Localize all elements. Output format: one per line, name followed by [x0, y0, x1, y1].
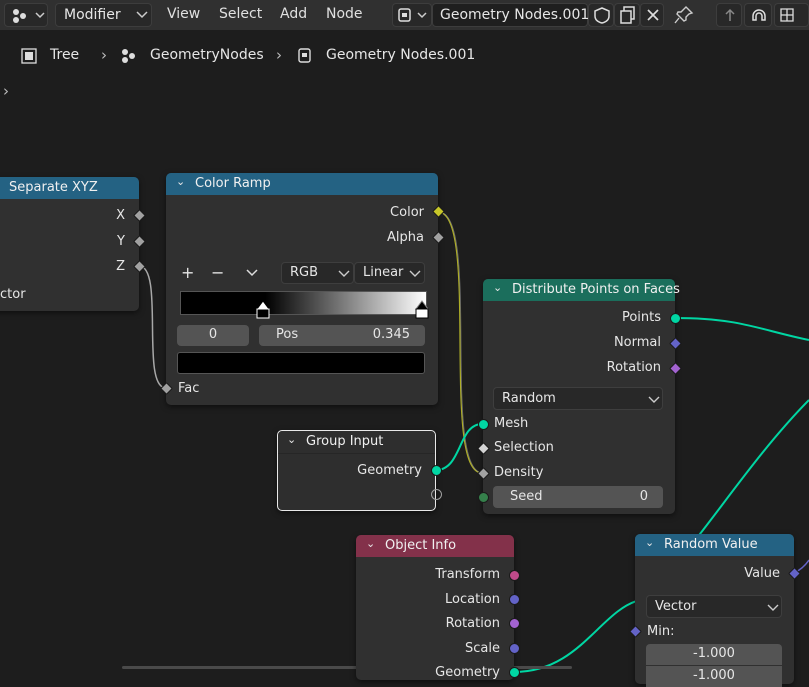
- node-object-info[interactable]: ⌄ Object Info Transform Location Rotatio…: [356, 535, 514, 680]
- color-ramp-gradient[interactable]: [180, 291, 427, 315]
- socket-label-scale: Scale: [465, 641, 500, 656]
- socket-label-geometry: Geometry: [435, 665, 500, 680]
- active-stop-index-value: 0: [208, 327, 218, 342]
- node-header[interactable]: ⌄ Color Ramp: [166, 173, 438, 195]
- color-mode-dropdown[interactable]: RGB: [281, 262, 354, 284]
- socket-label-vector: ector: [0, 287, 26, 302]
- link-object-geometry-out: [513, 599, 641, 673]
- chevron-down-icon[interactable]: ⌄: [645, 536, 654, 549]
- socket-label-selection: Selection: [494, 440, 554, 455]
- interpolation-value: Linear: [363, 265, 404, 280]
- link-points-out: [674, 317, 809, 341]
- socket-transform-output[interactable]: [509, 570, 520, 581]
- color-stop-white[interactable]: [414, 300, 430, 320]
- socket-geometry-output[interactable]: [431, 465, 442, 476]
- socket-label-y: Y: [117, 234, 125, 249]
- distribute-method-dropdown[interactable]: Random: [493, 387, 663, 410]
- node-header[interactable]: Separate XYZ: [0, 177, 139, 199]
- header-divider: [278, 453, 435, 454]
- socket-scale-output[interactable]: [509, 643, 520, 654]
- link-z-to-fac: [138, 265, 167, 389]
- socket-label-normal: Normal: [613, 335, 661, 350]
- color-stop-black[interactable]: [255, 300, 271, 320]
- active-stop-index[interactable]: 0: [177, 325, 249, 346]
- node-title: Object Info: [385, 538, 457, 553]
- node-header[interactable]: ⌄ Group Input: [278, 431, 435, 453]
- stop-color-swatch[interactable]: [177, 352, 425, 374]
- node-distribute-points-on-faces[interactable]: ⌄ Distribute Points on Faces Points Norm…: [483, 279, 680, 514]
- remove-stop-button[interactable]: −: [211, 263, 224, 282]
- stop-position-field[interactable]: Pos 0.345: [259, 325, 425, 346]
- socket-label-geometry: Geometry: [357, 463, 422, 478]
- socket-label-color: Color: [390, 205, 424, 220]
- seed-label: Seed: [510, 489, 543, 504]
- min-x-field[interactable]: -1.000: [646, 644, 782, 665]
- link-color-to-density: [437, 211, 483, 474]
- link-color-to-density-shadow: [438, 211, 484, 474]
- pos-value: 0.345: [372, 327, 410, 342]
- socket-label-transform: Transform: [435, 567, 500, 582]
- chevron-down-icon[interactable]: [245, 268, 259, 278]
- socket-location-output[interactable]: [509, 594, 520, 605]
- node-group-input[interactable]: ⌄ Group Input Geometry: [277, 430, 436, 511]
- socket-geometry-output[interactable]: [509, 667, 520, 678]
- color-mode-value: RGB: [290, 265, 319, 280]
- socket-label-alpha: Alpha: [387, 230, 424, 245]
- seed-value: 0: [639, 489, 648, 504]
- socket-label-fac: Fac: [178, 381, 200, 396]
- chevron-down-icon: [648, 396, 660, 403]
- interpolation-dropdown[interactable]: Linear: [354, 262, 425, 284]
- chevron-down-icon: [338, 270, 350, 277]
- node-separate-xyz[interactable]: Separate XYZ X Y Z ector: [0, 177, 139, 311]
- node-title: Color Ramp: [195, 176, 271, 191]
- chevron-down-icon: [767, 604, 779, 611]
- socket-rotation-output[interactable]: [509, 618, 520, 629]
- node-header[interactable]: ⌄ Random Value: [635, 534, 794, 556]
- socket-label-z: Z: [116, 259, 125, 274]
- min-y-value: -1.000: [693, 668, 735, 683]
- node-title: Distribute Points on Faces: [512, 282, 680, 297]
- socket-label-min: Min:: [647, 624, 675, 639]
- socket-label-rotation: Rotation: [445, 616, 500, 631]
- add-stop-button[interactable]: +: [181, 263, 194, 282]
- node-random-value[interactable]: ⌄ Random Value Value Vector Min: -1.000 …: [635, 534, 794, 687]
- node-title: Random Value: [664, 537, 758, 552]
- socket-label-points: Points: [621, 310, 661, 325]
- min-y-field[interactable]: -1.000: [646, 666, 782, 687]
- chevron-down-icon[interactable]: ⌄: [366, 537, 375, 550]
- socket-empty-output[interactable]: [431, 489, 442, 500]
- node-header[interactable]: ⌄ Object Info: [356, 535, 514, 557]
- socket-label-rotation: Rotation: [606, 360, 661, 375]
- seed-field[interactable]: Seed 0: [493, 486, 663, 508]
- node-title: Separate XYZ: [9, 180, 98, 195]
- chevron-down-icon: [409, 270, 421, 277]
- socket-label-location: Location: [445, 592, 500, 607]
- socket-label-mesh: Mesh: [494, 416, 529, 431]
- socket-mesh-input[interactable]: [478, 419, 489, 430]
- min-x-value: -1.000: [693, 646, 735, 661]
- node-title: Group Input: [306, 434, 384, 449]
- chevron-down-icon[interactable]: ⌄: [493, 281, 502, 294]
- node-header[interactable]: ⌄ Distribute Points on Faces: [483, 279, 680, 301]
- pos-label: Pos: [276, 327, 299, 342]
- chevron-down-icon[interactable]: ⌄: [287, 433, 296, 446]
- socket-seed-input[interactable]: [478, 492, 489, 503]
- socket-label-value: Value: [744, 566, 780, 581]
- socket-label-x: X: [116, 208, 125, 223]
- socket-label-density: Density: [494, 465, 544, 480]
- link-geometry-to-mesh: [435, 423, 483, 471]
- distribute-method-value: Random: [502, 391, 556, 406]
- data-type-value: Vector: [655, 599, 697, 614]
- socket-points-output[interactable]: [670, 313, 681, 324]
- node-color-ramp[interactable]: ⌄ Color Ramp Color Alpha + − RGB Linear …: [166, 173, 438, 405]
- data-type-dropdown[interactable]: Vector: [646, 595, 782, 618]
- chevron-down-icon[interactable]: ⌄: [176, 175, 185, 188]
